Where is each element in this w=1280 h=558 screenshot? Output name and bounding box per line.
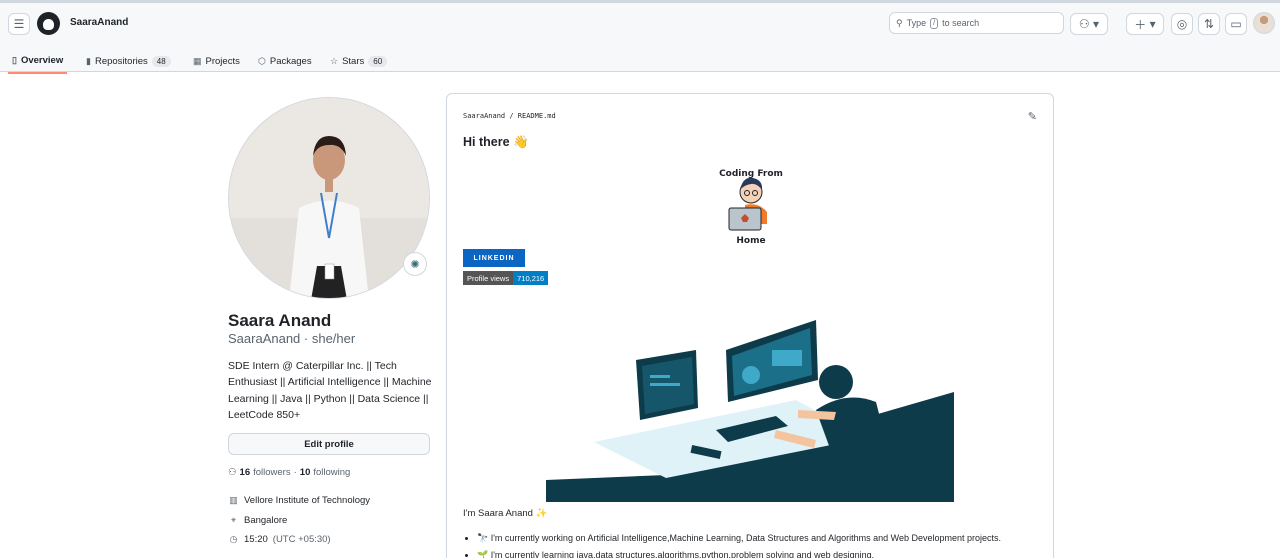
- copilot-button[interactable]: ⚇ ▾: [1070, 13, 1108, 35]
- readme-heading: Hi there 👋: [463, 135, 529, 149]
- package-icon: ⬡: [258, 55, 266, 66]
- edit-readme-pencil-icon[interactable]: ✎: [1028, 110, 1037, 123]
- profile-views-value: 710,216: [513, 271, 549, 285]
- profile-handle: SaaraAnand · she/her: [228, 331, 356, 346]
- people-icon: ⚇: [228, 467, 237, 478]
- readme-path[interactable]: SaaraAnand / README.md: [463, 112, 556, 120]
- chevron-down-icon: ▾: [1149, 17, 1156, 31]
- chevron-down-icon: ▾: [1093, 17, 1100, 31]
- profile-name: Saara Anand: [228, 311, 332, 330]
- tab-label: Stars: [342, 55, 365, 67]
- book-icon: ▯: [12, 54, 17, 65]
- header-row: ☰ SaaraAnand ⚲ Type / to search ⚇ ▾ ＋ ▾ …: [0, 12, 1280, 40]
- search-input[interactable]: ⚲ Type / to search: [889, 12, 1064, 34]
- followers-label[interactable]: followers: [253, 467, 291, 478]
- location-icon: ⌖: [230, 515, 237, 525]
- inbox-icon: ▭: [1230, 17, 1242, 31]
- readme-bullet-list: 🔭 I'm currently working on Artificial In…: [471, 533, 1001, 558]
- tab-stars[interactable]: ☆ Stars 60: [330, 48, 388, 74]
- location-item: ⌖ Bangalore: [228, 515, 287, 526]
- tab-label: Projects: [205, 55, 240, 67]
- location-name: Bangalore: [244, 515, 288, 526]
- local-time-item: ◷ 15:20 (UTC +05:30): [228, 534, 331, 545]
- user-avatar[interactable]: [1253, 12, 1275, 34]
- profile-avatar[interactable]: [228, 97, 430, 299]
- star-icon: ☆: [330, 55, 339, 66]
- tab-packages[interactable]: ⬡ Packages: [258, 48, 312, 74]
- set-status-button[interactable]: ✺: [403, 252, 427, 276]
- local-time: 15:20: [244, 534, 268, 545]
- timezone: (UTC +05:30): [272, 534, 331, 545]
- following-label[interactable]: following: [313, 467, 350, 478]
- repo-icon: ▮: [86, 55, 91, 66]
- coding-from-home-image: Coding From Home: [719, 169, 783, 246]
- coding-caption-bottom: Home: [736, 236, 765, 246]
- profile-tabs: ▯ Overview ▮ Repositories 48 ▦ Projects …: [0, 48, 1280, 74]
- plus-icon: ＋: [1134, 17, 1147, 32]
- follow-separator: ·: [293, 467, 297, 478]
- profile-photo: [229, 98, 429, 298]
- list-item: 🔭 I'm currently working on Artificial In…: [477, 533, 1001, 544]
- list-item: 🌱 I'm currently learning java,data struc…: [477, 550, 1001, 558]
- pull-request-icon: ⇅: [1203, 17, 1215, 31]
- issues-button[interactable]: ◎: [1171, 13, 1193, 35]
- clock-icon: ◷: [229, 534, 238, 544]
- top-bar: ☰ SaaraAnand ⚲ Type / to search ⚇ ▾ ＋ ▾ …: [0, 0, 1280, 74]
- followers-count[interactable]: 16: [240, 467, 251, 478]
- tab-counter: 48: [151, 55, 171, 67]
- tab-label: Repositories: [94, 55, 148, 67]
- tab-label: Packages: [269, 55, 312, 67]
- tab-counter: 60: [368, 55, 388, 67]
- tab-label: Overview: [20, 54, 64, 66]
- linkedin-badge[interactable]: LINKEDIN: [463, 249, 525, 267]
- organization-item: ▥ Vellore Institute of Technology: [228, 495, 370, 506]
- copilot-icon: ⚇: [1078, 17, 1090, 31]
- following-count[interactable]: 10: [300, 467, 311, 478]
- menu-button[interactable]: ☰: [8, 13, 30, 35]
- search-shortcut: /: [930, 17, 939, 29]
- tab-repositories[interactable]: ▮ Repositories 48: [86, 48, 171, 74]
- developer-workstation-illustration: [546, 320, 954, 502]
- create-new-button[interactable]: ＋ ▾: [1126, 13, 1164, 35]
- profile-views-badge: Profile views 710,216: [463, 271, 549, 285]
- hamburger-icon: ☰: [13, 17, 25, 31]
- tab-projects[interactable]: ▦ Projects: [193, 48, 240, 74]
- organization-icon: ▥: [229, 495, 238, 505]
- organization-name: Vellore Institute of Technology: [244, 495, 371, 506]
- search-suffix: to search: [942, 18, 980, 28]
- search-icon: ⚲: [896, 17, 903, 28]
- issue-icon: ◎: [1176, 17, 1188, 31]
- profile-bio: SDE Intern @ Caterpillar Inc. || Tech En…: [228, 360, 432, 421]
- github-logo-icon[interactable]: [37, 12, 60, 35]
- readme-intro: I'm Saara Anand ✨: [463, 508, 548, 519]
- search-prefix: Type: [906, 18, 927, 28]
- inbox-button[interactable]: ▭: [1225, 13, 1247, 35]
- profile-views-label: Profile views: [463, 271, 514, 285]
- edit-profile-button[interactable]: Edit profile: [228, 433, 430, 455]
- table-icon: ▦: [193, 55, 202, 66]
- readme-card: SaaraAnand / README.md ✎ Hi there 👋 Codi…: [446, 93, 1054, 558]
- coding-caption-top: Coding From: [719, 169, 783, 179]
- pull-requests-button[interactable]: ⇅: [1198, 13, 1220, 35]
- follow-stats: ⚇ 16 followers · 10 following: [228, 467, 350, 478]
- status-icon: ✺: [410, 258, 420, 271]
- header-username[interactable]: SaaraAnand: [70, 17, 128, 28]
- tab-overview[interactable]: ▯ Overview: [8, 48, 68, 74]
